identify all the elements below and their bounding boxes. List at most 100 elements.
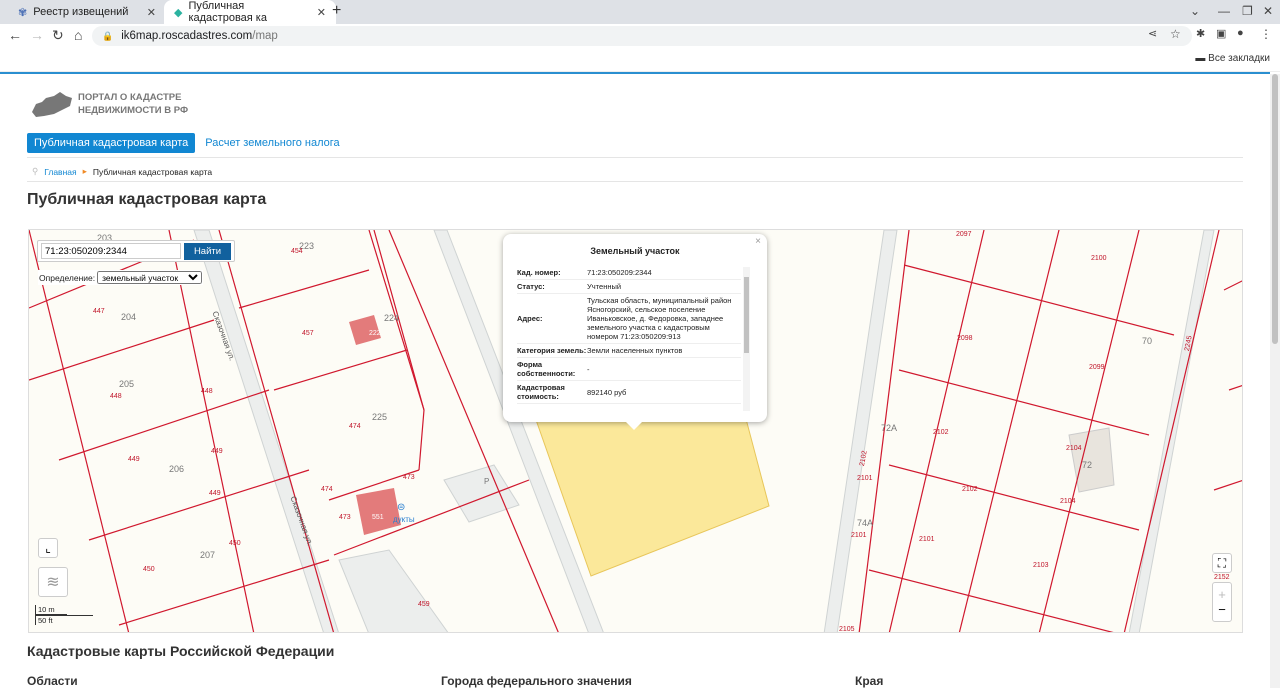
column-krai: Края (855, 674, 884, 688)
parcel-number: 72A (881, 423, 898, 433)
info-key: Статус: (517, 282, 545, 291)
parcel-label: 447 (93, 308, 105, 315)
parcel-label: 2099 (1089, 364, 1105, 371)
info-key: Кад. номер: (517, 268, 561, 277)
close-tab-icon[interactable]: ✕ (317, 6, 326, 19)
parcel-label: 2104 (1066, 445, 1082, 452)
popup-scrollbar[interactable] (743, 267, 750, 411)
breadcrumb: ⚲ Главная ▸ Публичная кадастровая карта (32, 166, 212, 177)
search-button[interactable]: Найти (184, 242, 231, 260)
parcel-number: 205 (119, 379, 135, 389)
info-value: 71:23:050209:2344 (587, 268, 652, 277)
definition-select[interactable]: земельный участок (97, 271, 203, 284)
location-pin-icon: ⚲ (32, 166, 39, 176)
russia-map-icon (32, 92, 72, 117)
share-icon[interactable]: ⋖ (1148, 27, 1157, 40)
parcel-label: 2102 (962, 486, 978, 493)
reload-icon[interactable]: ↻ (52, 27, 64, 44)
section-heading: Кадастровые карты Российской Федерации (27, 643, 335, 659)
parcel-label: 448 (201, 388, 213, 395)
home-icon[interactable]: ⌂ (74, 27, 82, 43)
parcel-label: 2098 (957, 335, 973, 342)
tab-title: Реестр извещений (33, 6, 129, 18)
parcel-number: 207 (200, 550, 216, 560)
parcel-label: 2105 (839, 626, 855, 633)
close-tab-icon[interactable]: ✕ (147, 6, 156, 19)
info-key: Форма собственности: (517, 360, 576, 378)
info-row: Категория земель: Земли населенных пункто… (517, 344, 741, 358)
parcel-label: 450 (143, 566, 155, 573)
zoom-in-button[interactable]: + (1218, 587, 1226, 602)
info-row: Кад. номер: 71:23:050209:2344 (517, 266, 741, 280)
page-title: Публичная кадастровая карта (27, 191, 267, 208)
parcel-label: 2104 (1060, 498, 1076, 505)
info-row: Форма собственности: - (517, 358, 741, 381)
parcel-label: 449 (211, 448, 223, 455)
site-logo[interactable]: ПОРТАЛ О КАДАСТРЕ НЕДВИЖИМОСТИ В РФ (30, 90, 188, 118)
parcel-label: 2152 (1214, 574, 1230, 581)
building-label: 222 (369, 330, 381, 337)
sidepanel-icon[interactable]: ▣ (1216, 27, 1226, 40)
menu-land-tax[interactable]: Расчет земельного налога (205, 133, 339, 153)
layers-icon[interactable]: ≋ (38, 567, 68, 597)
definition-selector: Определение: земельный участок (38, 270, 204, 285)
column-regions: Области (27, 674, 78, 688)
info-value: Учтенный (587, 282, 622, 291)
shop-icon[interactable]: ⊜ (397, 502, 405, 513)
all-bookmarks[interactable]: ▬ Все закладки (1195, 53, 1270, 64)
parcel-label: 457 (302, 330, 314, 337)
logo-line2: НЕДВИЖИМОСТИ В РФ (78, 105, 189, 116)
building-label: 551 (372, 514, 384, 521)
parcel-number: 74A (857, 518, 874, 528)
zoom-out-button[interactable]: − (1218, 602, 1226, 617)
url-host: ik6map.roscadastres.com (121, 30, 253, 42)
scale-feet: 50 ft (35, 615, 93, 625)
scrollbar-thumb[interactable] (1272, 74, 1278, 344)
tab-search-icon[interactable]: ⌄ (1190, 4, 1200, 18)
menu-public-map[interactable]: Публичная кадастровая карта (27, 133, 196, 153)
header-line (0, 72, 1270, 74)
back-icon[interactable]: ← (8, 27, 22, 43)
menu-icon[interactable]: ⋮ (1260, 27, 1272, 41)
measure-icon[interactable]: ⌞ (38, 538, 58, 558)
scale-bar: 10 m 50 ft (35, 605, 93, 625)
tab-registry[interactable]: ✾ Реестр извещений ✕ (8, 0, 166, 24)
parcel-info-table: Кад. номер: 71:23:050209:2344 Статус: Учте… (517, 266, 741, 411)
minimize-icon[interactable]: — (1218, 4, 1230, 18)
bookmarks-label: Все закладки (1208, 53, 1270, 64)
main-menu: Публичная кадастровая карта Расчет земел… (27, 133, 340, 153)
forward-icon[interactable]: → (30, 27, 44, 43)
tab-bar: ✾ Реестр извещений ✕ ◆ Публичная кадастрова… (0, 0, 1280, 24)
tab-cadastral-map[interactable]: ◆ Публичная кадастровая ка ✕ (164, 0, 336, 24)
parcel-label: 449 (128, 456, 140, 463)
parcel-number: 70 (1142, 336, 1153, 346)
close-window-icon[interactable]: ✕ (1263, 4, 1273, 18)
info-key: Адрес: (517, 314, 543, 323)
fullscreen-icon[interactable]: ⛶ (1212, 553, 1232, 573)
street-road (193, 230, 339, 632)
popup-scrollbar-thumb[interactable] (744, 277, 749, 353)
star-icon[interactable]: ☆ (1170, 27, 1181, 41)
breadcrumb-arrow-icon: ▸ (82, 166, 87, 176)
info-row: Адрес: Тульская область, муниципальный ра… (517, 294, 741, 344)
url-field[interactable]: 🔒 ik6map.roscadastres.com/map (92, 26, 1192, 46)
info-value: Тульская область, муниципальный район Яс… (587, 296, 732, 341)
breadcrumb-home[interactable]: Главная (44, 167, 76, 177)
parcel-number: 206 (169, 464, 185, 474)
breadcrumb-current: Публичная кадастровая карта (92, 166, 213, 177)
parcel-label: 454 (291, 248, 303, 255)
page-scrollbar[interactable] (1270, 74, 1280, 688)
info-key: Категория земель: (517, 346, 587, 355)
address-bar: ← → ↻ ⌂ 🔒 ik6map.roscadastres.com/map ⋖ ☆… (0, 24, 1280, 48)
info-value: 892140 руб (587, 387, 627, 397)
poi-label: дукты (393, 515, 415, 524)
profile-icon[interactable]: ● (1237, 27, 1244, 39)
restore-icon[interactable]: ❐ (1242, 4, 1253, 18)
divider (27, 181, 1243, 182)
extensions-icon[interactable]: ✱ (1196, 27, 1205, 40)
popup-title: Земельный участок (590, 246, 680, 256)
cadastral-search-input[interactable] (41, 243, 181, 259)
new-tab-icon[interactable]: + (332, 2, 341, 20)
parcel-label: 474 (349, 423, 361, 430)
url-path: /map (252, 30, 278, 42)
